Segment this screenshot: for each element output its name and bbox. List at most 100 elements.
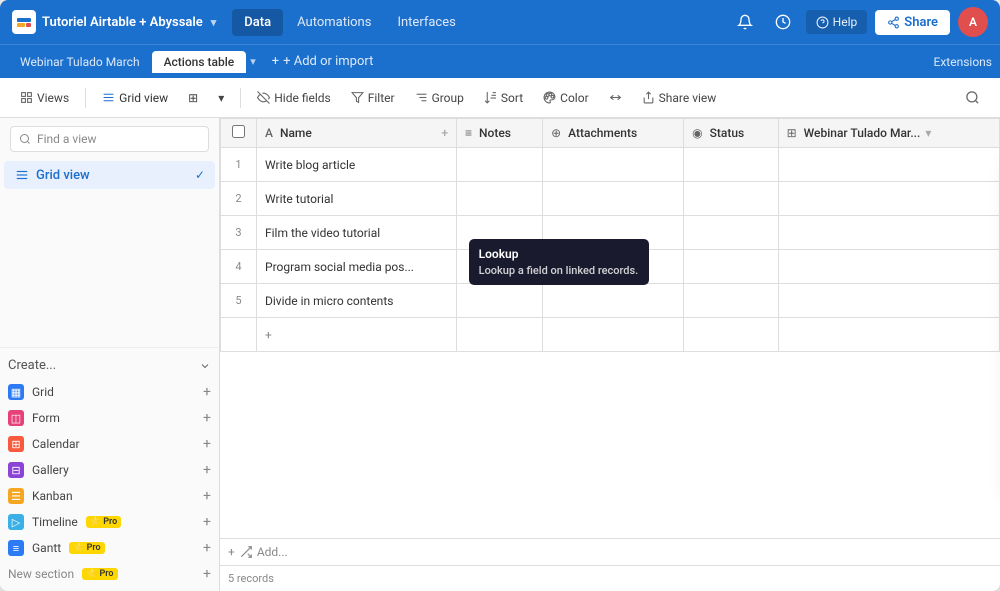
table-tab-actions[interactable]: Actions table — [152, 51, 247, 73]
row-4-status[interactable] — [684, 250, 779, 284]
webinar-col-sort[interactable]: ▾ — [925, 126, 931, 140]
row-4-name[interactable]: Program social media pos... — [257, 250, 457, 284]
create-calendar-plus[interactable]: + — [203, 436, 211, 452]
create-gantt-plus[interactable]: + — [203, 540, 211, 556]
notes-col-icon: ≡ — [465, 126, 472, 140]
row-1-status[interactable] — [684, 148, 779, 182]
create-section-header[interactable]: Create... — [0, 352, 219, 379]
create-calendar[interactable]: ⊞ Calendar + — [0, 431, 219, 457]
add-record-plus: + — [228, 545, 235, 559]
row-5-attachments[interactable] — [543, 284, 684, 318]
create-kanban-plus[interactable]: + — [203, 488, 211, 504]
history-icon[interactable] — [768, 7, 798, 37]
grid-container: A Name + ≡ Notes ⊕ Attac — [220, 118, 1000, 591]
row-3-name[interactable]: Film the video tutorial — [257, 216, 457, 250]
row-select-header[interactable] — [221, 119, 257, 148]
table-row: 2 Write tutorial — [221, 182, 1000, 216]
row-2-name[interactable]: Write tutorial — [257, 182, 457, 216]
row-1-name[interactable]: Write blog article — [257, 148, 457, 182]
table-tab-webinar[interactable]: Webinar Tulado March — [8, 51, 152, 73]
table-tab-dropdown-arrow[interactable]: ▾ — [246, 55, 260, 68]
app-title-caret[interactable]: ▾ — [211, 16, 217, 29]
sidebar: Find a view Grid view ✓ Create... ▦ — [0, 118, 220, 591]
create-timeline[interactable]: ▷ Timeline ⭐ Pro + — [0, 509, 219, 535]
sort-button[interactable]: Sort — [476, 86, 531, 110]
add-row-status — [684, 318, 779, 352]
row-5-notes[interactable] — [457, 284, 543, 318]
select-all-checkbox[interactable] — [232, 125, 245, 138]
nav-tab-automations[interactable]: Automations — [285, 9, 383, 36]
row-2-webinar[interactable] — [778, 182, 999, 216]
data-grid: A Name + ≡ Notes ⊕ Attac — [220, 118, 1000, 352]
notes-column-header[interactable]: ≡ Notes — [457, 119, 543, 148]
grid-view-item[interactable]: Grid view ✓ — [4, 161, 215, 189]
attachments-column-header[interactable]: ⊕ Attachments — [543, 119, 684, 148]
row-3-webinar[interactable] — [778, 216, 999, 250]
user-avatar[interactable]: A — [958, 7, 988, 37]
row-3-status[interactable] — [684, 216, 779, 250]
row-1-webinar[interactable] — [778, 148, 999, 182]
row-1-notes[interactable] — [457, 148, 543, 182]
grid-view-icon — [14, 167, 30, 183]
row-3-attachments[interactable] — [543, 216, 684, 250]
row-2-attachments[interactable] — [543, 182, 684, 216]
row-2-notes[interactable] — [457, 182, 543, 216]
row-5-name[interactable]: Divide in micro contents — [257, 284, 457, 318]
find-view-placeholder: Find a view — [37, 132, 97, 146]
top-nav: Tutoriel Airtable + Abyssale ▾ Data Auto… — [0, 0, 1000, 44]
views-toggle[interactable]: Views — [12, 86, 77, 110]
grid-view-expand[interactable]: ▾ — [210, 86, 232, 110]
color-button[interactable]: Color — [535, 86, 596, 110]
timeline-pro-badge: ⭐ Pro — [86, 516, 121, 528]
share-view-button[interactable]: Share view — [634, 86, 725, 110]
add-record-bar[interactable]: + Add... — [220, 538, 1000, 565]
create-form-plus[interactable]: + — [203, 410, 211, 426]
webinar-column-header[interactable]: ⊞ Webinar Tulado Mar... ▾ + Find a field… — [778, 119, 999, 148]
row-2-status[interactable] — [684, 182, 779, 216]
grid-view-button[interactable]: Grid view — [94, 86, 176, 110]
help-button[interactable]: Help — [806, 10, 868, 34]
new-section[interactable]: New section ⭐ Pro + — [0, 561, 219, 587]
nav-tab-data[interactable]: Data — [232, 9, 283, 36]
add-table-button[interactable]: + + Add or import — [264, 50, 382, 73]
add-row-webinar — [778, 318, 999, 352]
row-height-button[interactable] — [601, 86, 630, 109]
row-number-4: 4 — [221, 250, 257, 284]
create-form[interactable]: ◫ Form + — [0, 405, 219, 431]
extensions-button[interactable]: Extensions — [934, 55, 992, 69]
row-4-attachments[interactable] — [543, 250, 684, 284]
create-grid-plus[interactable]: + — [203, 384, 211, 400]
create-grid[interactable]: ▦ Grid + — [0, 379, 219, 405]
row-3-notes[interactable] — [457, 216, 543, 250]
filter-button[interactable]: Filter — [343, 86, 403, 110]
share-button[interactable]: Share — [875, 10, 950, 35]
row-1-attachments[interactable] — [543, 148, 684, 182]
name-column-header[interactable]: A Name + — [257, 119, 457, 148]
nav-tab-interfaces[interactable]: Interfaces — [385, 9, 467, 36]
name-col-expand[interactable]: + — [441, 126, 448, 140]
create-gantt[interactable]: ≡ Gantt ⭐ Pro + — [0, 535, 219, 561]
search-button[interactable] — [957, 85, 988, 110]
grid-scroll[interactable]: A Name + ≡ Notes ⊕ Attac — [220, 118, 1000, 538]
group-button[interactable]: Group — [407, 86, 472, 110]
nav-tabs: Data Automations Interfaces — [232, 9, 468, 36]
create-label: Create... — [8, 358, 56, 373]
create-gallery-plus[interactable]: + — [203, 462, 211, 478]
grid-view-menu[interactable]: ⊞ — [180, 86, 206, 110]
row-4-webinar[interactable] — [778, 250, 999, 284]
new-section-plus[interactable]: + — [203, 566, 211, 582]
create-kanban[interactable]: ☰ Kanban + — [0, 483, 219, 509]
status-column-header[interactable]: ◉ Status — [684, 119, 779, 148]
row-5-status[interactable] — [684, 284, 779, 318]
row-number-2: 2 — [221, 182, 257, 216]
hide-fields-button[interactable]: Hide fields — [249, 86, 338, 110]
row-4-notes[interactable] — [457, 250, 543, 284]
notifications-icon[interactable] — [730, 7, 760, 37]
create-timeline-plus[interactable]: + — [203, 514, 211, 530]
add-row-name[interactable]: + — [257, 318, 457, 352]
create-gallery[interactable]: ⊟ Gallery + — [0, 457, 219, 483]
views-label: Views — [37, 91, 69, 105]
webinar-col-label: Webinar Tulado Mar... — [804, 126, 921, 140]
row-5-webinar[interactable] — [778, 284, 999, 318]
find-view-input[interactable]: Find a view — [10, 126, 209, 152]
